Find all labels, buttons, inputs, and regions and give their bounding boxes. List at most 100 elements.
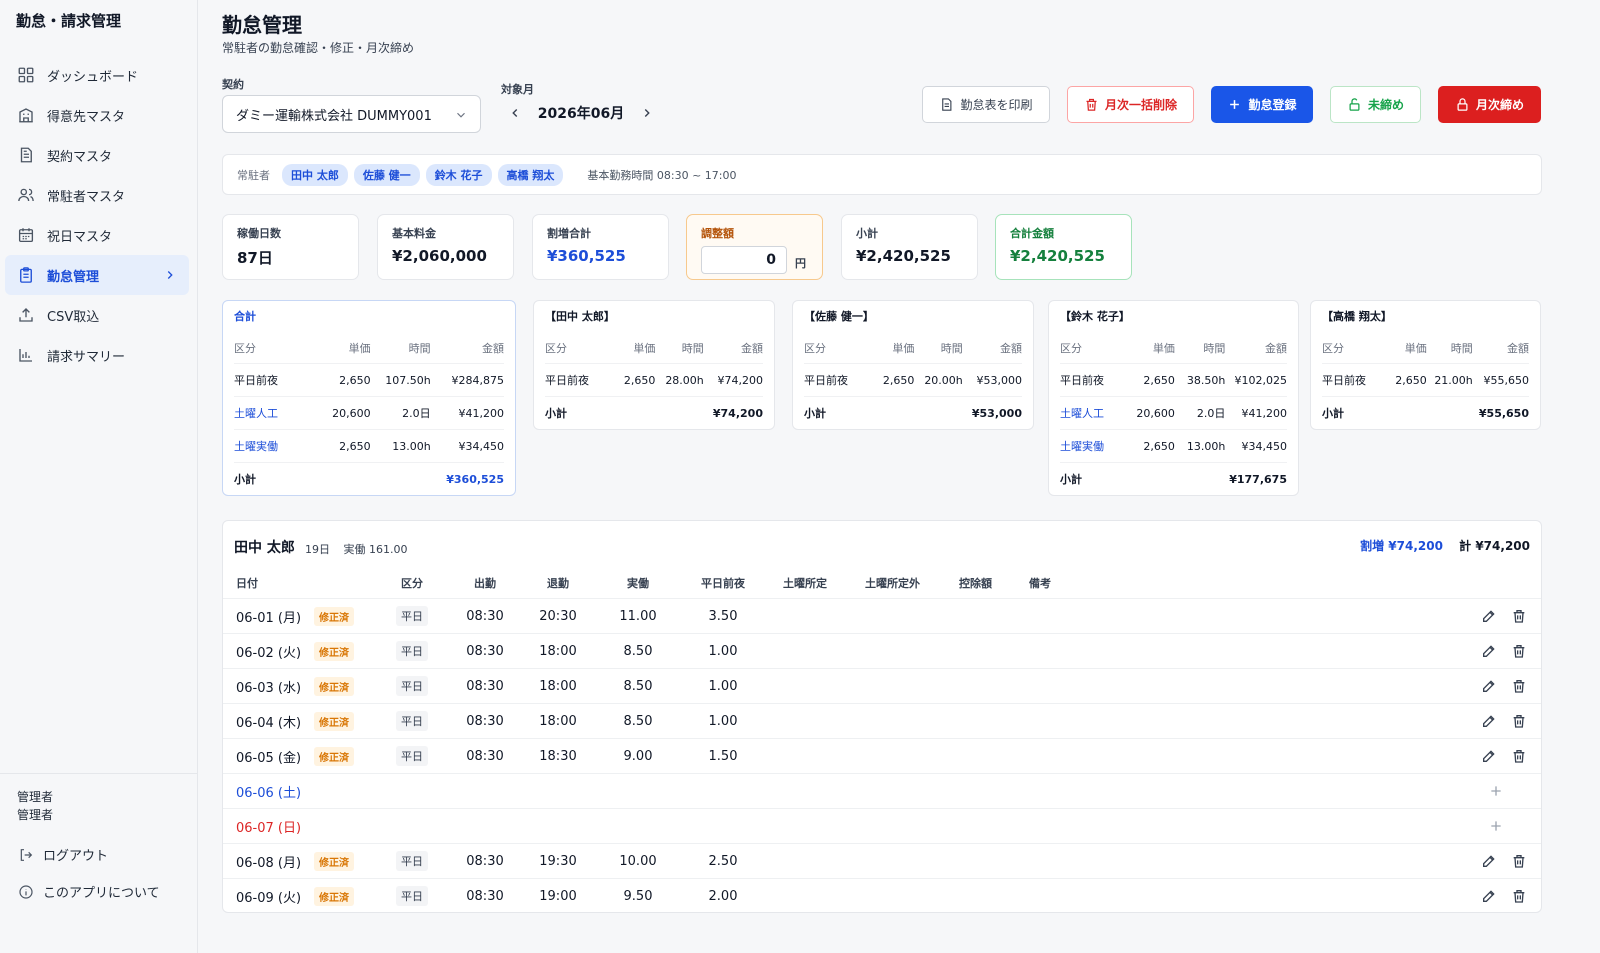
edit-icon[interactable]: [1481, 713, 1497, 729]
sidebar-item-label: 常駐者マスタ: [47, 189, 126, 205]
sidebar-item-dashboard[interactable]: ダッシュボード: [5, 55, 189, 95]
month-navigator: 2026年06月: [504, 98, 658, 128]
edit-icon[interactable]: [1481, 643, 1497, 659]
price-kind[interactable]: 土曜実働: [234, 438, 311, 454]
sidebar-item-label: 請求サマリー: [47, 349, 126, 365]
price-row: 平日前夜 2,650 20.00h ¥53,000: [804, 363, 1022, 396]
table-header: 日付 区分 出勤 退勤 実働 平日前夜 土曜所定 土曜所定外 控除額 備考: [223, 567, 1541, 598]
actual-hours: 実働 161.00: [343, 543, 408, 556]
sidebar-item-residents[interactable]: 常駐者マスタ: [5, 175, 189, 215]
trash-icon[interactable]: [1511, 608, 1527, 624]
add-entry-icon[interactable]: [1488, 818, 1504, 834]
trash-icon[interactable]: [1511, 678, 1527, 694]
subtotal-value: ¥177,675: [1229, 472, 1287, 486]
page-subtitle: 常駐者の勤怠確認・修正・月次締め: [222, 41, 415, 55]
col-clock-out: 退勤: [547, 576, 569, 590]
resident-chip[interactable]: 田中 太郎: [282, 163, 348, 186]
row-clock-out: 20:30: [539, 608, 577, 624]
resident-chip[interactable]: 鈴木 花子: [425, 163, 492, 186]
col-clock-in: 出勤: [474, 576, 496, 590]
resident-chip[interactable]: 佐藤 健一: [353, 163, 420, 186]
chevron-down-icon: [457, 112, 465, 118]
price-kind: 平日前夜: [234, 374, 278, 387]
price-kind[interactable]: 土曜人工: [1060, 405, 1124, 421]
price-row: 平日前夜 2,650 21.00h ¥55,650: [1322, 363, 1529, 396]
price-row: 平日前夜 2,650 28.00h ¥74,200: [545, 363, 763, 396]
sidebar-item-customers[interactable]: 得意先マスタ: [5, 95, 189, 135]
modified-badge: 修正済: [314, 851, 354, 871]
header-time: 時間: [1450, 342, 1473, 355]
resident-meta: 19日 実働 161.00: [305, 541, 418, 557]
trash-icon[interactable]: [1511, 643, 1527, 659]
modified-badge: 修正済: [314, 641, 354, 661]
price-time: 20.00h: [924, 373, 963, 387]
logout-link[interactable]: ログアウト: [0, 836, 198, 873]
row-weekday-pre: 1.00: [708, 643, 738, 659]
row-kind: 平日: [395, 704, 429, 738]
kind-tag: 平日: [396, 746, 428, 766]
price-subtotal-row: 小計 ¥177,675: [1060, 462, 1287, 495]
price-kind[interactable]: 土曜人工: [234, 405, 311, 421]
subtotal-label: 小計: [1060, 473, 1082, 486]
row-weekday-pre: 2.00: [708, 888, 738, 904]
edit-icon[interactable]: [1481, 853, 1497, 869]
add-entry-icon[interactable]: [1488, 783, 1504, 799]
row-clock-in: 08:30: [466, 748, 504, 764]
subtotal-label: 小計: [545, 407, 567, 420]
resident-chip[interactable]: 高橋 翔太: [497, 163, 564, 186]
trash-icon[interactable]: [1511, 853, 1527, 869]
edit-icon[interactable]: [1481, 608, 1497, 624]
edit-icon[interactable]: [1481, 888, 1497, 904]
register-attendance-button[interactable]: 勤怠登録: [1211, 86, 1313, 123]
price-amount: ¥41,200: [1241, 406, 1287, 420]
contract-select[interactable]: ダミー運輸株式会社 DUMMY001: [222, 95, 481, 133]
row-actions: [1481, 634, 1527, 668]
trash-icon[interactable]: [1511, 748, 1527, 764]
sidebar-item-holidays[interactable]: 祝日マスタ: [5, 215, 189, 255]
price-kind[interactable]: 土曜実働: [1060, 438, 1124, 454]
sidebar-item-label: 契約マスタ: [47, 149, 113, 165]
edit-icon[interactable]: [1481, 678, 1497, 694]
sidebar-item-label: ダッシュボード: [47, 69, 139, 85]
price-card-resident: 【田中 太郎】 区分 単価 時間 金額 平日前夜 2,650 28.00h ¥7…: [533, 300, 775, 430]
next-month-button[interactable]: [636, 102, 658, 124]
about-link[interactable]: このアプリについて: [0, 873, 198, 910]
sidebar-item-attendance[interactable]: 勤怠管理: [5, 255, 189, 295]
sidebar-item-billing-summary[interactable]: 請求サマリー: [5, 335, 189, 375]
stat-base-fee: 基本料金 ¥2,060,000: [377, 214, 514, 280]
trash-icon[interactable]: [1511, 888, 1527, 904]
header-unit: 単価: [892, 342, 915, 355]
sidebar-item-csv-import[interactable]: CSV取込: [5, 295, 189, 335]
contract-label: 契約: [222, 78, 244, 91]
unclosed-button[interactable]: 未締め: [1330, 86, 1421, 123]
header-kind: 区分: [1322, 342, 1344, 355]
row-date: 06-09 (火): [236, 890, 302, 906]
adjustment-input[interactable]: 0: [701, 246, 787, 274]
edit-icon[interactable]: [1481, 748, 1497, 764]
col-deduction: 控除額: [959, 576, 992, 590]
row-date: 06-04 (木): [236, 715, 302, 731]
monthly-close-button[interactable]: 月次締め: [1438, 86, 1541, 123]
price-unit: 2,650: [339, 439, 371, 453]
print-attendance-button[interactable]: 勤怠表を印刷: [922, 86, 1050, 123]
price-kind: 平日前夜: [804, 374, 848, 387]
building-icon: [19, 108, 33, 123]
kind-tag: 平日: [396, 676, 428, 696]
bulk-delete-button[interactable]: 月次一括削除: [1067, 86, 1194, 123]
row-kind: 平日: [395, 879, 429, 912]
price-card-title: 【鈴木 花子】: [1060, 310, 1130, 323]
subtotal-value: ¥53,000: [971, 406, 1022, 420]
lock-icon: [1457, 98, 1468, 111]
stat-label: 合計金額: [1010, 227, 1054, 240]
price-card-title: 合計: [234, 310, 256, 323]
col-date: 日付: [236, 576, 258, 590]
trash-icon[interactable]: [1511, 713, 1527, 729]
price-table-header: 区分 単価 時間 金額: [234, 333, 504, 363]
row-clock-in: 08:30: [466, 643, 504, 659]
sidebar-item-contracts[interactable]: 契約マスタ: [5, 135, 189, 175]
prev-month-button[interactable]: [504, 102, 526, 124]
price-row: 土曜実働 2,650 13.00h ¥34,450: [1060, 429, 1287, 462]
price-table-header: 区分 単価 時間 金額: [545, 333, 763, 363]
price-time: 21.00h: [1434, 373, 1473, 387]
price-card-total: 合計 区分 単価 時間 金額 平日前夜 2,650 107.50h ¥284,8…: [222, 300, 516, 496]
